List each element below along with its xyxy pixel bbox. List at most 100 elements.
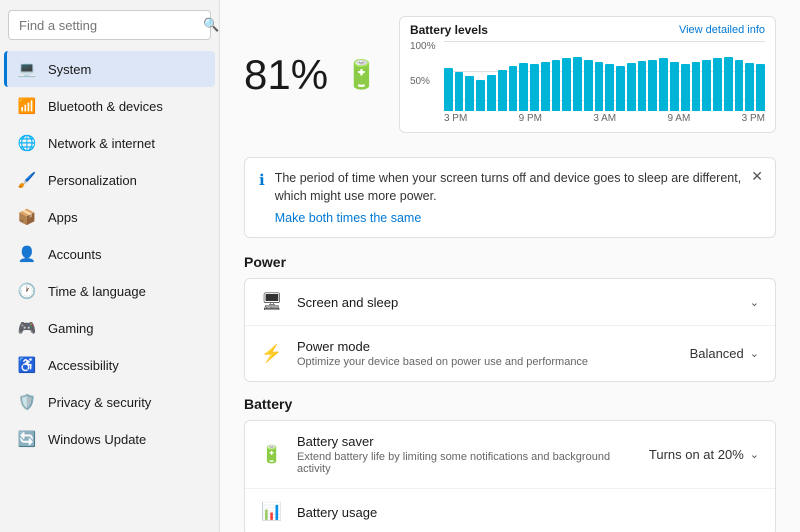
battery-section: Battery 🔋Battery saverExtend battery lif…	[244, 396, 776, 532]
battery-saver-right: Turns on at 20%⌄	[649, 447, 759, 462]
sidebar-item-network[interactable]: 🌐 Network & internet	[4, 125, 215, 161]
chart-bar	[745, 63, 754, 111]
view-detailed-link[interactable]: View detailed info	[679, 24, 765, 36]
sidebar-item-label-apps: Apps	[48, 210, 78, 225]
chart-bar	[627, 63, 636, 111]
sidebar-item-bluetooth[interactable]: 📶 Bluetooth & devices	[4, 88, 215, 124]
info-box-link[interactable]: Make both times the same	[275, 211, 761, 225]
chart-bar	[498, 70, 507, 111]
chart-bar	[530, 64, 539, 111]
settings-item-screen-sleep[interactable]: 🖥 Screen and sleep ⌄	[245, 279, 775, 326]
apps-icon: 📦	[18, 208, 36, 226]
power-settings-card: 🖥Screen and sleep⌄⚡Power modeOptimize yo…	[244, 278, 776, 382]
chart-bar	[584, 60, 593, 111]
chart-y-100: 100%	[410, 41, 442, 52]
power-mode-chevron-icon: ⌄	[750, 347, 759, 360]
chart-bar	[444, 68, 453, 111]
sidebar-item-accounts[interactable]: 👤Accounts	[4, 236, 215, 272]
info-box-content: ℹ The period of time when your screen tu…	[259, 170, 761, 225]
info-close-button[interactable]: ✕	[751, 168, 763, 185]
chart-bar	[756, 64, 765, 111]
sidebar-item-gaming[interactable]: 🎮Gaming	[4, 310, 215, 346]
accessibility-icon: ♿	[18, 356, 36, 374]
chart-x-3pm1: 3 PM	[444, 113, 467, 124]
settings-item-battery-usage[interactable]: 📊Battery usage	[245, 489, 775, 532]
settings-item-power-mode[interactable]: ⚡Power modeOptimize your device based on…	[245, 326, 775, 381]
sidebar-item-label-personalization: Personalization	[48, 173, 137, 188]
chart-bar	[487, 75, 496, 111]
gaming-icon: 🎮	[18, 319, 36, 337]
chart-bar	[616, 66, 625, 111]
update-icon: 🔄	[18, 430, 36, 448]
power-heading: Power	[244, 254, 776, 270]
chart-bar	[692, 62, 701, 111]
search-bar[interactable]: 🔍	[8, 10, 211, 40]
power-mode-subtitle: Optimize your device based on power use …	[297, 356, 676, 368]
chart-bar	[455, 72, 464, 111]
battery-icon: 🔋	[344, 58, 379, 91]
personalization-icon: 🖌️	[18, 171, 36, 189]
sidebar-item-label-update: Windows Update	[48, 432, 146, 447]
chart-bar	[541, 62, 550, 111]
search-input[interactable]	[19, 18, 195, 33]
info-box: ℹ The period of time when your screen tu…	[244, 157, 776, 238]
battery-top-row: 81% 🔋 Battery levels View detailed info …	[244, 16, 776, 147]
nav-list: 💻System 📶 Bluetooth & devices 🌐 Network & in…	[0, 50, 219, 458]
screen-sleep-text: Screen and sleep	[297, 295, 736, 310]
chart-bar	[638, 61, 647, 111]
sidebar: 🔍 💻System 📶 Bluetooth & devices 🌐 Network & …	[0, 0, 220, 532]
sidebar-item-label-privacy: Privacy & security	[48, 395, 151, 410]
chart-bar	[702, 60, 711, 111]
battery-header: 81% 🔋	[244, 51, 379, 99]
sidebar-item-update[interactable]: 🔄 Windows Update	[4, 421, 215, 457]
chart-y-50: 50%	[410, 76, 442, 87]
chart-x-3pm2: 3 PM	[742, 113, 765, 124]
power-mode-text: Power modeOptimize your device based on …	[297, 339, 676, 368]
main-content: 81% 🔋 Battery levels View detailed info …	[220, 0, 800, 532]
chart-y-labels: 100% 50%	[410, 41, 442, 111]
chart-x-labels: 3 PM 9 PM 3 AM 9 AM 3 PM	[444, 113, 765, 124]
screen-sleep-chevron-icon: ⌄	[750, 296, 759, 309]
chart-bar	[724, 57, 733, 111]
screen-sleep-icon: 🖥	[261, 292, 283, 312]
sidebar-item-label-bluetooth: Bluetooth & devices	[48, 99, 163, 114]
sidebar-item-label-network: Network & internet	[48, 136, 155, 151]
chart-bar	[713, 58, 722, 111]
sidebar-item-privacy[interactable]: 🛡️ Privacy & security	[4, 384, 215, 420]
privacy-icon: 🛡️	[18, 393, 36, 411]
chart-x-9am: 9 AM	[668, 113, 691, 124]
battery-saver-icon: 🔋	[261, 445, 283, 465]
settings-item-battery-saver[interactable]: 🔋 Battery saverExtend battery life by lim…	[245, 421, 775, 489]
info-box-text: The period of time when your screen turn…	[275, 171, 741, 203]
battery-percent: 81%	[244, 51, 328, 99]
chart-bar	[465, 76, 474, 111]
chart-bar	[562, 58, 571, 111]
power-mode-right: Balanced⌄	[690, 346, 759, 361]
chart-bar	[648, 60, 657, 111]
battery-saver-title: Battery saver	[297, 434, 374, 449]
battery-chart: Battery levels View detailed info 100% 5…	[399, 16, 776, 133]
battery-saver-text: Battery saverExtend battery life by limi…	[297, 434, 635, 475]
chart-bar	[509, 66, 518, 111]
battery-saver-chevron-icon: ⌄	[750, 448, 759, 461]
chart-container: 100% 50%	[410, 41, 765, 111]
bluetooth-icon: 📶	[18, 97, 36, 115]
power-section: Power 🖥Screen and sleep⌄⚡Power modeOptim…	[244, 254, 776, 382]
sidebar-item-apps[interactable]: 📦 Apps	[4, 199, 215, 235]
sidebar-item-label-time: Time & language	[48, 284, 146, 299]
chart-bar	[605, 64, 614, 111]
battery-settings-card: 🔋 Battery saverExtend battery life by lim…	[244, 420, 776, 532]
battery-usage-text: Battery usage	[297, 505, 759, 520]
network-icon: 🌐	[18, 134, 36, 152]
sidebar-item-accessibility[interactable]: ♿ Accessibility	[4, 347, 215, 383]
sidebar-item-time[interactable]: 🕐Time & language	[4, 273, 215, 309]
sidebar-item-personalization[interactable]: 🖌️ Personalization	[4, 162, 215, 198]
info-box-text-area: The period of time when your screen turn…	[275, 170, 761, 225]
chart-bar	[659, 58, 668, 111]
chart-bars	[444, 41, 765, 111]
sidebar-item-system[interactable]: 💻System	[4, 51, 215, 87]
sidebar-item-label-accessibility: Accessibility	[48, 358, 119, 373]
chart-bar	[595, 62, 604, 111]
chart-bar	[519, 63, 528, 111]
system-icon: 💻	[18, 60, 36, 78]
